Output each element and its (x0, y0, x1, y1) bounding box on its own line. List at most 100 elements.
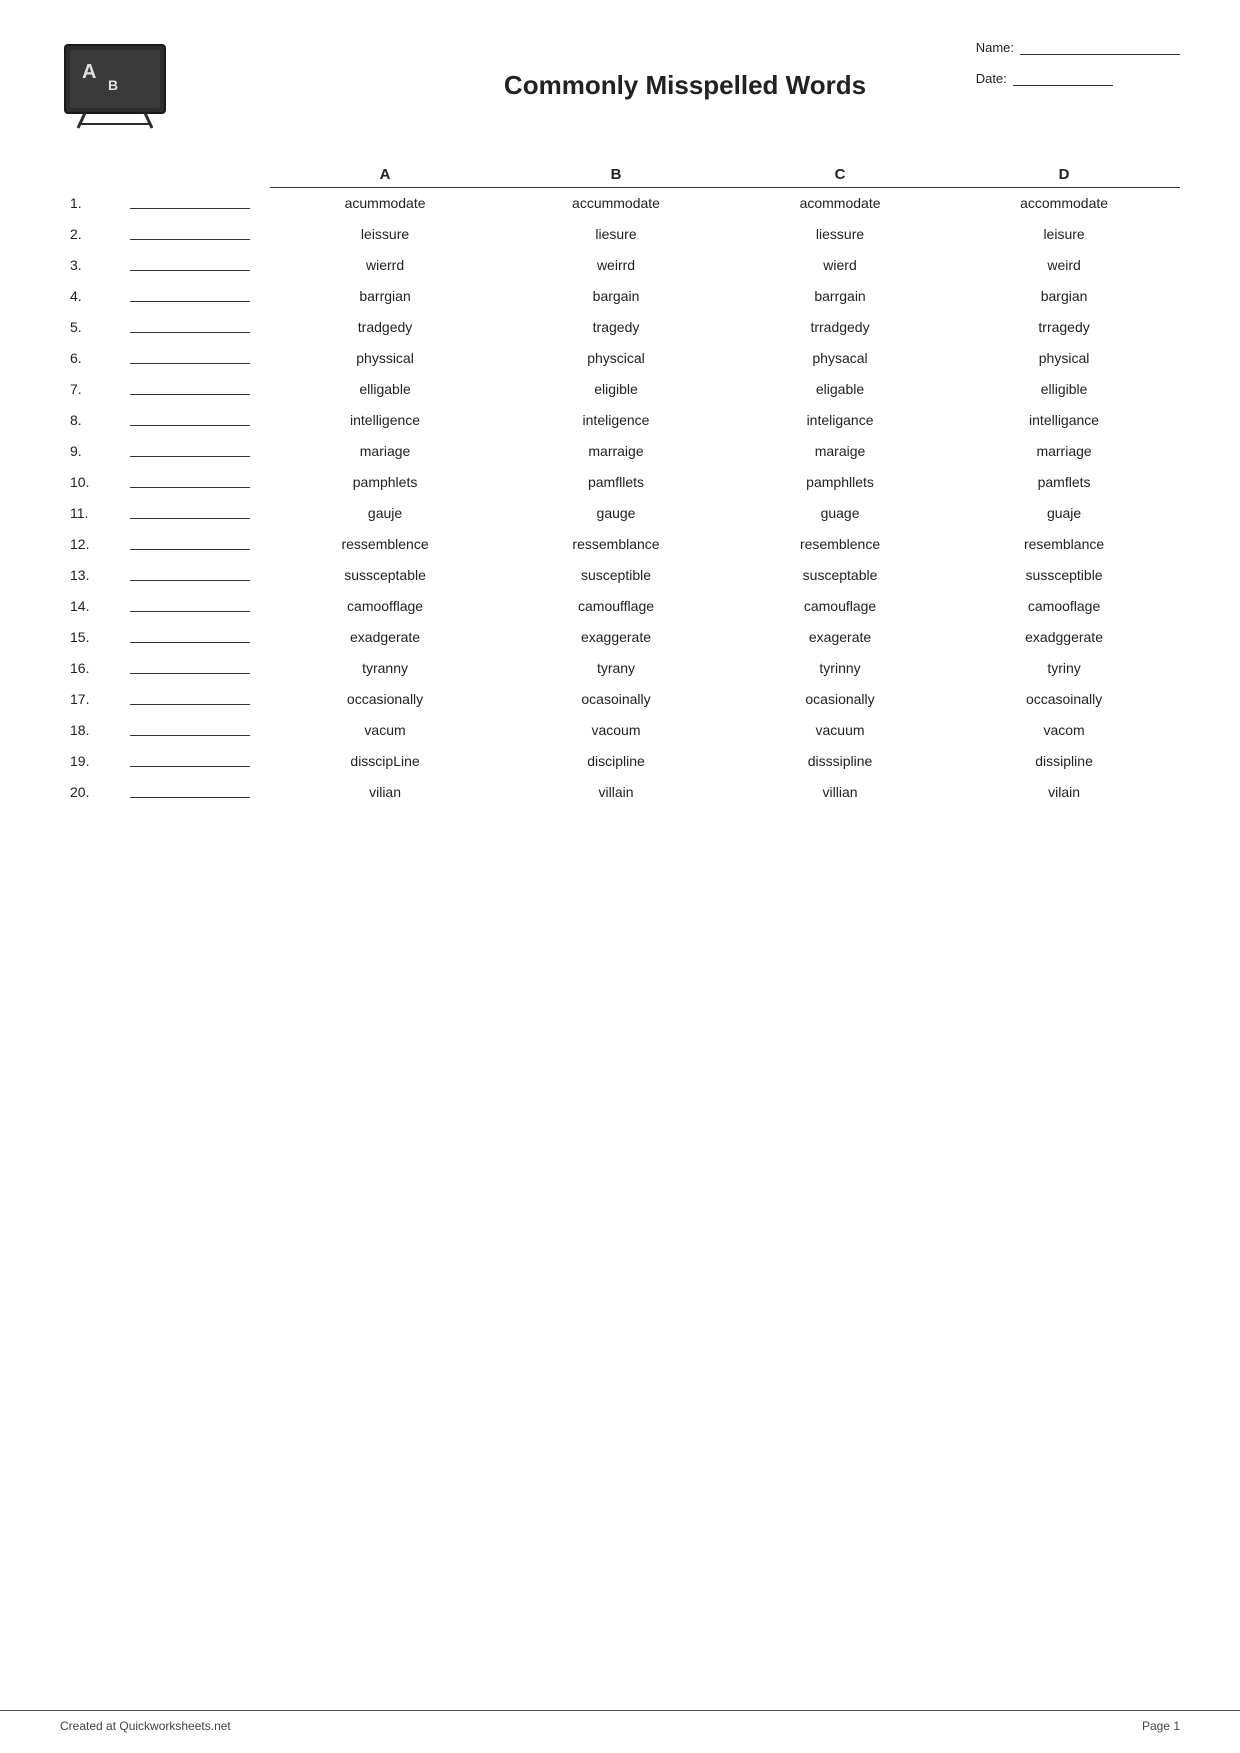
cell-a: tradgedy (270, 312, 500, 343)
footer: Created at Quickworksheets.net Page 1 (0, 1710, 1240, 1733)
name-field[interactable] (1020, 41, 1180, 55)
answer-cell[interactable] (120, 467, 270, 498)
answer-blank[interactable] (130, 691, 250, 705)
cell-c: physacal (732, 343, 948, 374)
cell-b: exaggerate (500, 622, 732, 653)
cell-a: physsical (270, 343, 500, 374)
answer-blank[interactable] (130, 753, 250, 767)
answer-cell[interactable] (120, 529, 270, 560)
answer-blank[interactable] (130, 195, 250, 209)
row-number: 7. (60, 374, 120, 405)
answer-blank[interactable] (130, 629, 250, 643)
answer-cell[interactable] (120, 188, 270, 219)
cell-d: physical (948, 343, 1180, 374)
row-number: 14. (60, 591, 120, 622)
answer-cell[interactable] (120, 622, 270, 653)
cell-a: wierrd (270, 250, 500, 281)
row-number: 5. (60, 312, 120, 343)
chalkboard-icon: A B (60, 40, 170, 130)
row-number: 20. (60, 777, 120, 808)
col-num-header (60, 160, 120, 188)
answer-blank[interactable] (130, 226, 250, 240)
cell-a: sussceptable (270, 560, 500, 591)
cell-b: tyrany (500, 653, 732, 684)
answer-cell[interactable] (120, 715, 270, 746)
cell-a: vacum (270, 715, 500, 746)
cell-c: camouflage (732, 591, 948, 622)
answer-cell[interactable] (120, 312, 270, 343)
answer-cell[interactable] (120, 498, 270, 529)
answer-cell[interactable] (120, 684, 270, 715)
cell-b: vacoum (500, 715, 732, 746)
table-row: 4.barrgianbargainbarrgainbargian (60, 281, 1180, 312)
cell-c: resemblence (732, 529, 948, 560)
answer-cell[interactable] (120, 219, 270, 250)
cell-b: ocasoinally (500, 684, 732, 715)
answer-blank[interactable] (130, 474, 250, 488)
cell-b: eligible (500, 374, 732, 405)
cell-b: marraige (500, 436, 732, 467)
answer-cell[interactable] (120, 250, 270, 281)
answer-cell[interactable] (120, 746, 270, 777)
cell-a: ressemblence (270, 529, 500, 560)
answer-blank[interactable] (130, 536, 250, 550)
answer-blank[interactable] (130, 784, 250, 798)
cell-b: liesure (500, 219, 732, 250)
cell-d: leisure (948, 219, 1180, 250)
cell-a: vilian (270, 777, 500, 808)
table-row: 15.exadgerateexaggerateexagerateexadgger… (60, 622, 1180, 653)
footer-right: Page 1 (1142, 1719, 1180, 1733)
answer-cell[interactable] (120, 343, 270, 374)
answer-blank[interactable] (130, 381, 250, 395)
answer-blank[interactable] (130, 443, 250, 457)
answer-blank[interactable] (130, 505, 250, 519)
cell-c: eligable (732, 374, 948, 405)
cell-d: intelligance (948, 405, 1180, 436)
answer-cell[interactable] (120, 281, 270, 312)
answer-blank[interactable] (130, 598, 250, 612)
answer-blank[interactable] (130, 660, 250, 674)
row-number: 15. (60, 622, 120, 653)
answer-blank[interactable] (130, 257, 250, 271)
answer-blank[interactable] (130, 412, 250, 426)
answer-cell[interactable] (120, 777, 270, 808)
cell-c: barrgain (732, 281, 948, 312)
cell-a: occasionally (270, 684, 500, 715)
table-row: 11.gaujegaugeguageguaje (60, 498, 1180, 529)
answer-blank[interactable] (130, 722, 250, 736)
cell-c: guage (732, 498, 948, 529)
answer-cell[interactable] (120, 591, 270, 622)
answer-cell[interactable] (120, 405, 270, 436)
footer-left: Created at Quickworksheets.net (60, 1719, 231, 1733)
worksheet-content: A B C D 1.acummodateaccummodateacommodat… (60, 160, 1180, 808)
cell-a: barrgian (270, 281, 500, 312)
table-row: 6.physsicalphyscicalphysacalphysical (60, 343, 1180, 374)
cell-d: exadggerate (948, 622, 1180, 653)
cell-b: susceptible (500, 560, 732, 591)
cell-a: acummodate (270, 188, 500, 219)
table-row: 8.intelligenceinteligenceinteliganceinte… (60, 405, 1180, 436)
cell-a: camoofflage (270, 591, 500, 622)
col-answer-header (120, 160, 270, 188)
cell-c: exagerate (732, 622, 948, 653)
answer-blank[interactable] (130, 567, 250, 581)
answer-cell[interactable] (120, 374, 270, 405)
answer-blank[interactable] (130, 319, 250, 333)
cell-d: elligible (948, 374, 1180, 405)
answer-cell[interactable] (120, 560, 270, 591)
cell-a: elligable (270, 374, 500, 405)
answer-cell[interactable] (120, 436, 270, 467)
name-label: Name: (976, 40, 1014, 55)
cell-b: discipline (500, 746, 732, 777)
answer-cell[interactable] (120, 653, 270, 684)
table-row: 7. elligableeligibleeligableelligible (60, 374, 1180, 405)
row-number: 12. (60, 529, 120, 560)
svg-text:B: B (108, 77, 118, 93)
cell-b: physcical (500, 343, 732, 374)
cell-b: bargain (500, 281, 732, 312)
answer-blank[interactable] (130, 350, 250, 364)
col-d-header: D (948, 160, 1180, 188)
date-field[interactable] (1013, 72, 1113, 86)
cell-d: occasoinally (948, 684, 1180, 715)
answer-blank[interactable] (130, 288, 250, 302)
